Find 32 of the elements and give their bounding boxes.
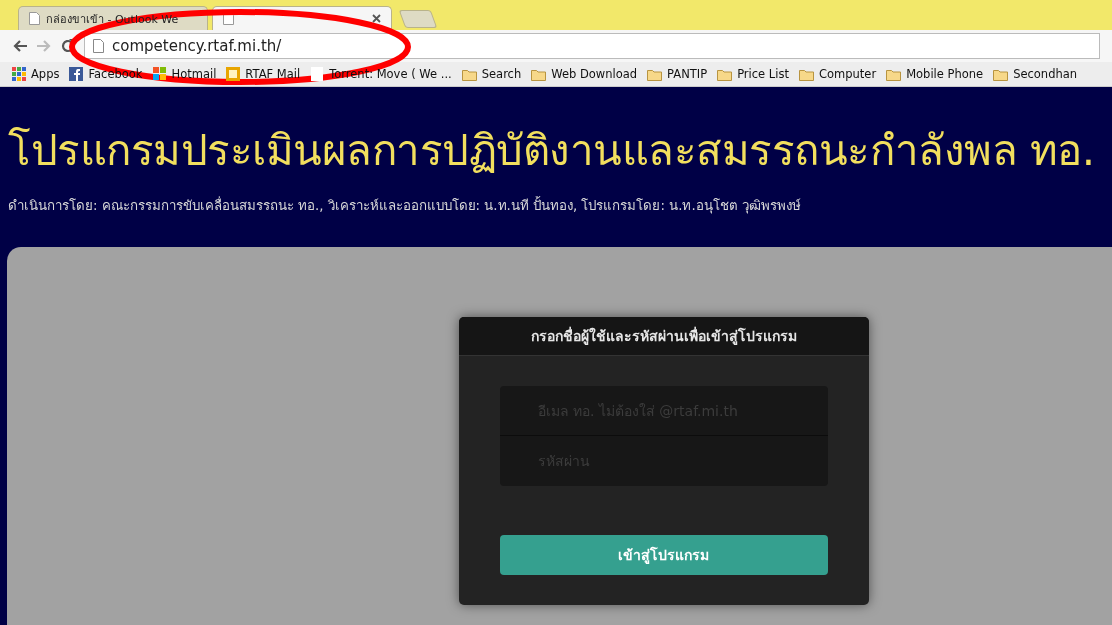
apps-icon (12, 67, 26, 81)
folder-icon (993, 67, 1009, 81)
bookmark-link[interactable]: Secondhan (993, 67, 1078, 81)
bookmark-link[interactable]: Web Download (531, 67, 638, 81)
page-icon (310, 67, 325, 81)
bookmark-link[interactable]: Computer (798, 67, 877, 81)
credits-text: ดำเนินการโดย: คณะกรรมการขับเคลื่อนสมรรถนะ ทอ., วิเคราะห์และออกแบบโดย: น.ท.นที ปั้นทอง, โปรแกรมโดย: น.ท.อนุโชต วุฒิพรพงษ์ (8, 195, 802, 216)
bookmark-link[interactable]: Hotmail (152, 67, 217, 81)
bookmark-link[interactable]: Search (461, 67, 522, 81)
page-icon (93, 39, 104, 53)
close-icon[interactable] (372, 14, 381, 23)
back-icon[interactable] (12, 39, 28, 53)
mail-icon (226, 67, 241, 81)
folder-icon (647, 67, 663, 81)
bookmark-link[interactable]: Price List (717, 67, 789, 81)
folder-icon (531, 67, 547, 81)
page-icon (223, 12, 234, 25)
bookmark-link[interactable]: RTAF Mail (226, 67, 301, 81)
folder-icon (717, 67, 733, 81)
page-title: โปรแกรมประเมินผลการปฏิบัติงานและสมรรถนะกำลังพล ทอ. (8, 125, 1096, 177)
windows-icon (152, 67, 167, 81)
folder-icon (461, 67, 477, 81)
bookmark-link[interactable]: Apps (12, 67, 60, 81)
address-bar[interactable]: competency.rtaf.mi.th/ (84, 33, 1100, 59)
folder-icon (886, 67, 902, 81)
login-title: กรอกชื่อผู้ใช้และรหัสผ่านเพื่อเข้าสู่โปรแกรม (458, 317, 869, 356)
bookmark-link[interactable]: PANTIP (647, 67, 708, 81)
bookmark-link[interactable]: Mobile Phone (886, 67, 984, 81)
url-text: competency.rtaf.mi.th/ (112, 37, 282, 55)
page-icon (29, 12, 40, 25)
facebook-icon (69, 67, 84, 81)
folder-icon (798, 67, 814, 81)
